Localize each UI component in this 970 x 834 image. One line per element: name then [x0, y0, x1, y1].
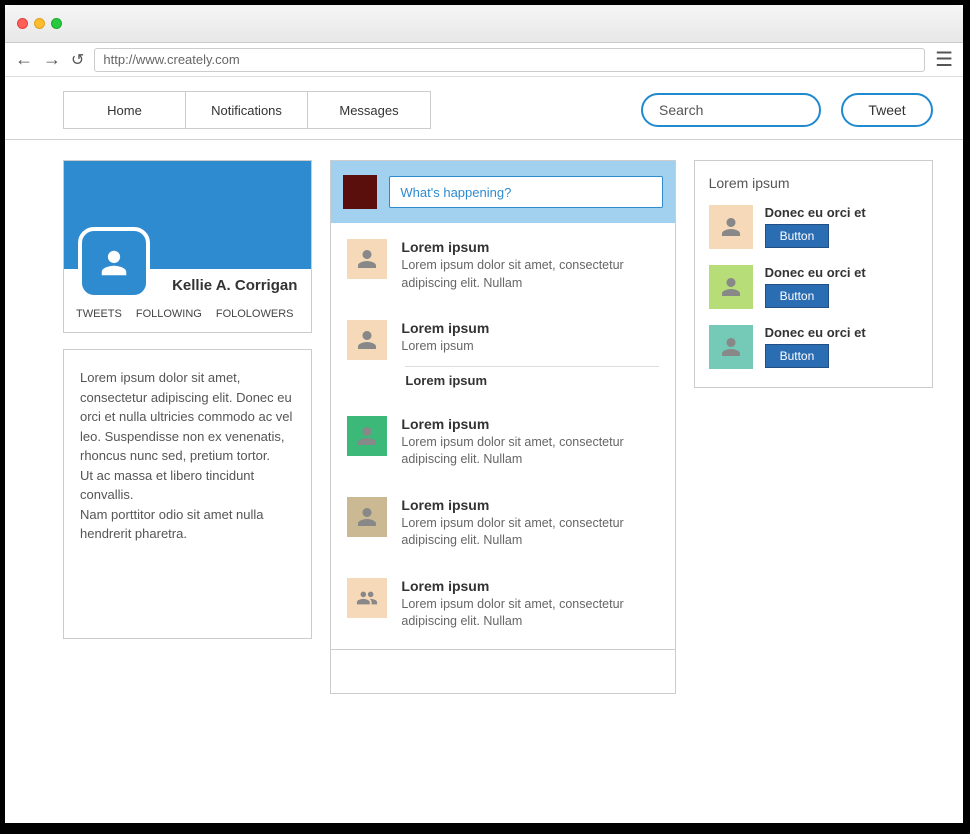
feed-item-title: Lorem ipsum [401, 239, 658, 255]
feed-card: What's happening? Lorem ipsumLorem ipsum… [330, 160, 675, 694]
stats-followers[interactable]: FOLOLOWERS [216, 308, 294, 320]
main-tabs: Home Notifications Messages [63, 91, 431, 129]
user-icon [347, 416, 387, 456]
stats-following[interactable]: FOLLOWING [136, 308, 202, 320]
compose-area: What's happening? [331, 161, 674, 223]
user-icon [347, 497, 387, 537]
follow-button[interactable]: Button [765, 284, 830, 308]
url-text: http://www.creately.com [103, 52, 239, 67]
forward-icon[interactable]: → [43, 49, 61, 70]
user-icon [347, 320, 387, 360]
feed-item-title: Lorem ipsum [401, 578, 658, 594]
suggestions-card: Lorem ipsum Donec eu orci etButtonDonec … [694, 160, 933, 388]
back-icon[interactable]: ← [15, 49, 33, 70]
follow-button[interactable]: Button [765, 344, 830, 368]
users-icon [347, 578, 387, 618]
url-input[interactable]: http://www.creately.com [94, 48, 925, 72]
menu-icon[interactable]: ☰ [935, 47, 953, 72]
user-icon [709, 325, 753, 369]
suggestion-item: Donec eu orci et Button [709, 265, 918, 309]
tweet-button[interactable]: Tweet [841, 93, 933, 127]
suggestion-name: Donec eu orci et [765, 325, 918, 340]
feed-item[interactable]: Lorem ipsum Lorem ipsum dolor sit amet, c… [331, 562, 674, 643]
suggestion-item: Donec eu orci et Button [709, 205, 918, 249]
feed-item-text: Lorem ipsum dolor sit amet, consectetur … [401, 515, 658, 550]
tab-messages[interactable]: Messages [308, 92, 430, 128]
follow-button[interactable]: Button [765, 224, 830, 248]
tab-home[interactable]: Home [64, 92, 186, 128]
window-minimize-dot[interactable] [34, 18, 45, 29]
feed-item-title: Lorem ipsum [401, 416, 658, 432]
window-zoom-dot[interactable] [51, 18, 62, 29]
suggestion-name: Donec eu orci et [765, 205, 918, 220]
suggestion-item: Donec eu orci et Button [709, 325, 918, 369]
profile-card: Kellie A. Corrigan TWEETS FOLLOWING FOLO… [63, 160, 312, 333]
feed-item-text: Lorem ipsum dolor sit amet, consectetur … [401, 257, 658, 292]
window-close-dot[interactable] [17, 18, 28, 29]
browser-toolbar: ← → ↻ http://www.creately.com ☰ [5, 43, 963, 77]
feed-item[interactable]: Lorem ipsum Lorem ipsum dolor sit amet, c… [331, 481, 674, 562]
feed-footer [331, 649, 674, 693]
app-header: Home Notifications Messages Search Tweet [5, 81, 963, 140]
search-input[interactable]: Search [641, 93, 821, 127]
user-icon [347, 239, 387, 279]
feed-item[interactable]: Lorem ipsum Lorem ipsum dolor sit amet, c… [331, 223, 674, 304]
user-icon [709, 205, 753, 249]
browser-titlebar [5, 5, 963, 43]
user-icon [709, 265, 753, 309]
tab-notifications[interactable]: Notifications [186, 92, 308, 128]
avatar[interactable] [78, 227, 150, 299]
feed-item-text: Lorem ipsum [401, 338, 658, 356]
feed-item[interactable]: Lorem ipsum Lorem ipsum dolor sit amet, c… [331, 400, 674, 481]
suggestion-name: Donec eu orci et [765, 265, 918, 280]
reload-icon[interactable]: ↻ [71, 50, 84, 70]
user-icon [99, 248, 129, 278]
bio-card: Lorem ipsum dolor sit amet, consectetur … [63, 349, 312, 639]
feed-item[interactable]: Lorem ipsum Lorem ipsum Lorem ipsum [331, 304, 674, 400]
bio-text: Lorem ipsum dolor sit amet, consectetur … [80, 368, 295, 544]
feed-item-title: Lorem ipsum [401, 320, 658, 336]
feed-item-sub: Lorem ipsum [405, 366, 658, 388]
profile-stats: TWEETS FOLLOWING FOLOLOWERS [64, 300, 311, 332]
compose-avatar [343, 175, 377, 209]
feed-item-text: Lorem ipsum dolor sit amet, consectetur … [401, 434, 658, 469]
stats-tweets[interactable]: TWEETS [76, 308, 122, 320]
feed-item-title: Lorem ipsum [401, 497, 658, 513]
feed-item-text: Lorem ipsum dolor sit amet, consectetur … [401, 596, 658, 631]
profile-cover [64, 161, 311, 269]
compose-input[interactable]: What's happening? [389, 176, 662, 208]
suggestions-title: Lorem ipsum [709, 175, 918, 191]
